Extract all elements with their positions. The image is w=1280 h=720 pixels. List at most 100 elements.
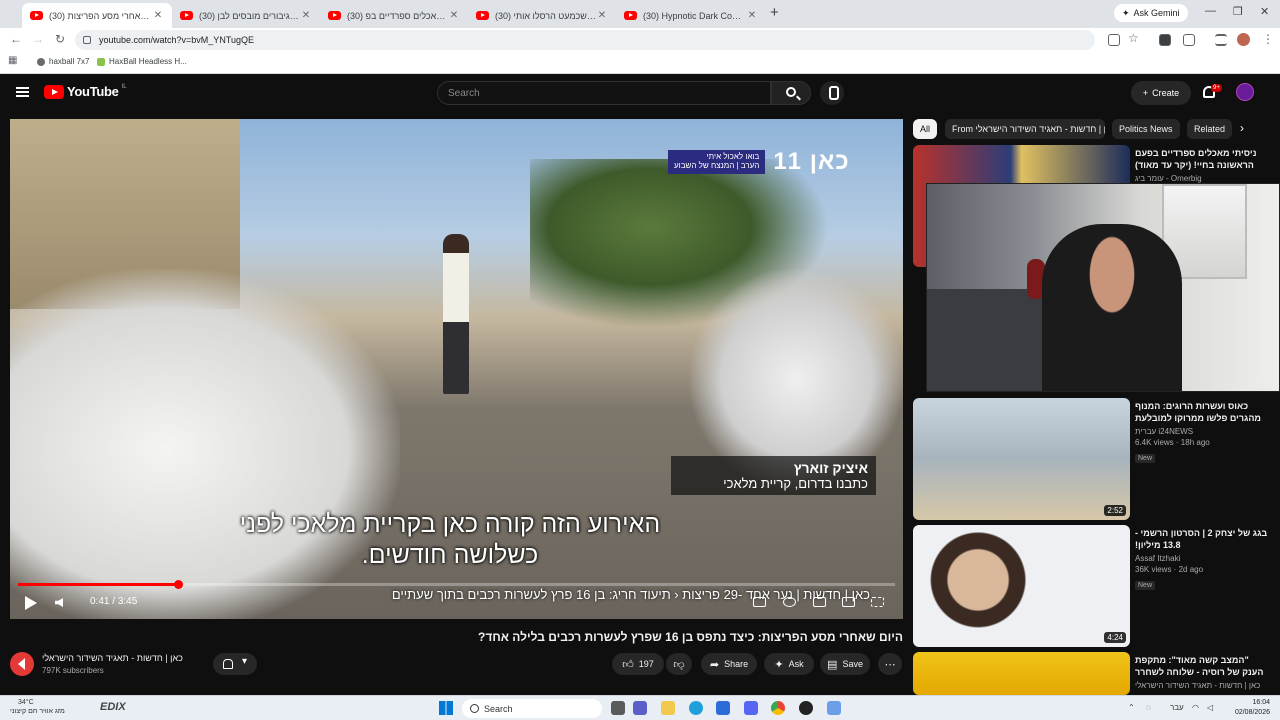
captions-icon[interactable] xyxy=(753,597,766,607)
video-thumbnail[interactable]: 2:52 xyxy=(913,398,1130,520)
voice-search-mic-icon[interactable] xyxy=(820,81,844,105)
chrome-icon[interactable] xyxy=(771,701,785,715)
chip-related[interactable]: Related xyxy=(1187,119,1233,139)
like-button[interactable]: 👍︎ 197 xyxy=(612,653,664,675)
close-window-icon[interactable]: ✕ xyxy=(1260,5,1269,18)
taskbar-search[interactable]: Search xyxy=(462,699,602,718)
app-icon[interactable] xyxy=(827,701,841,715)
store-icon[interactable] xyxy=(716,701,730,715)
install-app-icon[interactable] xyxy=(1108,34,1120,46)
extensions-puzzle-icon[interactable] xyxy=(1183,34,1195,46)
weather-description: מזג אוויר חם קיצוני xyxy=(10,708,65,715)
tab-close-icon[interactable]: ✕ xyxy=(448,10,460,21)
browser-tab[interactable]: (30) הפיצה שכמעט הרסלו אותי ✕ xyxy=(468,3,616,28)
rec-title[interactable]: כאוס ועשרות הרוגים: המנוף מהגרים פלשו ממ… xyxy=(1135,400,1271,424)
share-button[interactable]: ➦ Share xyxy=(701,653,757,675)
tab-close-icon[interactable]: ✕ xyxy=(300,10,312,21)
browser-tab[interactable]: (30) היום שאחרי מסע הפריצות ✕ xyxy=(22,3,172,28)
tab-close-icon[interactable]: ✕ xyxy=(746,10,758,21)
seek-bar[interactable] xyxy=(18,580,895,589)
media-controls-icon[interactable] xyxy=(1215,34,1227,46)
browser-tab[interactable]: (30) Hypnotic Dark Code | Futu ✕ xyxy=(616,3,766,28)
bookmark-item[interactable]: haxball 7x7 xyxy=(37,57,89,66)
wifi-icon[interactable]: ◠ xyxy=(1192,703,1199,712)
seek-bar-scrubber[interactable] xyxy=(173,580,183,589)
tray-overflow-icon[interactable]: ⌃ xyxy=(1128,703,1135,712)
search-button[interactable] xyxy=(771,81,811,105)
file-explorer-icon[interactable] xyxy=(661,701,675,715)
weather-temperature[interactable]: 34°C xyxy=(18,699,34,706)
cast-icon[interactable] xyxy=(842,597,855,607)
network-icon[interactable]: ◌ xyxy=(1146,703,1151,712)
address-bar[interactable]: youtube.com/watch?v=bvM_YNTugQE xyxy=(75,30,1095,50)
youtube-logo[interactable]: YouTube IL xyxy=(44,84,127,99)
minimize-window-icon[interactable]: — xyxy=(1205,5,1216,17)
more-actions-button[interactable]: ⋯ xyxy=(878,653,902,675)
teams-icon[interactable] xyxy=(633,701,647,715)
rec-title[interactable]: בגג של יצחק 2 | הסרטון הרשמי - 13.8 מילי… xyxy=(1135,527,1271,551)
channel-name[interactable]: כאן | חדשות - תאגיד השידור הישראלי xyxy=(42,653,183,663)
dislike-button[interactable]: 👎︎ xyxy=(666,653,692,675)
recommended-video[interactable]: "המצב קשה מאוד": מתקפת הענק של רוסיה - ש… xyxy=(913,652,1273,695)
back-arrow-icon[interactable]: ← xyxy=(10,32,22,46)
rec-channel[interactable]: כאן | חדשות - תאגיד השידור הישראלי xyxy=(1135,681,1271,690)
guide-menu-icon[interactable] xyxy=(16,87,29,97)
chip-from-channel[interactable]: From כאן | חדשות - תאגיד השידור הישראלי xyxy=(945,119,1105,139)
input-language[interactable]: עבר xyxy=(1170,703,1184,712)
site-info-icon[interactable] xyxy=(83,36,91,44)
channel-avatar[interactable] xyxy=(10,652,34,676)
settings-gear-icon[interactable] xyxy=(783,597,796,607)
rec-channel[interactable]: Omerbig - עומר ביג xyxy=(1135,174,1271,183)
edge-icon[interactable] xyxy=(689,701,703,715)
miniplayer-icon[interactable] xyxy=(813,597,826,607)
bookmark-item[interactable]: HaxBall Headless H... xyxy=(97,57,187,66)
rec-channel[interactable]: i24NEWS עברית xyxy=(1135,427,1271,436)
tab-label: (30) הפיצה שכמעט הרסלו אותי xyxy=(495,10,596,21)
chrome-menu-icon[interactable]: ⋮ xyxy=(1262,32,1274,46)
restore-window-icon[interactable]: ❐ xyxy=(1233,5,1243,18)
forward-arrow-icon[interactable]: → xyxy=(32,32,44,46)
chips-next-arrow-icon[interactable]: › xyxy=(1240,121,1244,135)
browser-tab[interactable]: (30) שלישייה הגיבורים מובסים לבן ✕ xyxy=(172,3,320,28)
apps-grid-icon[interactable]: ▦ xyxy=(8,55,17,66)
recommended-video[interactable]: 4:24 בגג של יצחק 2 | הסרטון הרשמי - 13.8… xyxy=(913,525,1273,647)
bookmark-label: HaxBall Headless H... xyxy=(109,57,187,66)
channel-bug: בואו לאכול איתי הערב | המנצח של השבוע כא… xyxy=(668,148,850,175)
rec-channel[interactable]: Assaf Itzhaki xyxy=(1135,554,1271,563)
play-icon[interactable] xyxy=(25,596,37,610)
reload-icon[interactable]: ↻ xyxy=(55,32,65,46)
tab-close-icon[interactable]: ✕ xyxy=(596,10,608,21)
fullscreen-icon[interactable] xyxy=(871,597,884,607)
youtube-play-logo-icon xyxy=(44,84,64,99)
tab-close-icon[interactable]: ✕ xyxy=(152,10,164,21)
chip-politics-news[interactable]: Politics News xyxy=(1112,119,1180,139)
obs-icon[interactable] xyxy=(799,701,813,715)
browser-tab[interactable]: (30) ניסיתי מאכלים ספרדיים בפ ✕ xyxy=(320,3,468,28)
save-button[interactable]: ▤ Save xyxy=(820,653,870,675)
bookmark-star-icon[interactable]: ☆ xyxy=(1128,31,1139,45)
new-tab-button[interactable]: + xyxy=(770,4,779,21)
video-thumbnail[interactable]: 4:24 xyxy=(913,525,1130,647)
ask-button[interactable]: ✦ Ask xyxy=(764,653,814,675)
video-subtitle: האירוע הזה קורה כאן בקריית מלאכי לפני כש… xyxy=(239,510,661,569)
search-input[interactable]: Search xyxy=(437,81,771,105)
account-avatar[interactable] xyxy=(1236,83,1254,101)
windows-start-icon[interactable] xyxy=(439,701,453,715)
create-button[interactable]: + Create xyxy=(1131,81,1191,105)
rec-title[interactable]: "המצב קשה מאוד": מתקפת הענק של רוסיה - ש… xyxy=(1135,654,1271,678)
discord-icon[interactable] xyxy=(744,701,758,715)
chrome-profile-avatar[interactable] xyxy=(1237,33,1250,46)
rec-title[interactable]: ניסיתי מאכלים ספרדיים בפעם הראשונה בחיי!… xyxy=(1135,147,1271,171)
video-duration-badge: 2:52 xyxy=(1104,505,1126,516)
speaker-icon[interactable]: ◁ xyxy=(1207,703,1213,712)
video-player[interactable]: בואו לאכול איתי הערב | המנצח של השבוע כא… xyxy=(10,119,903,619)
task-view-icon[interactable] xyxy=(611,701,625,715)
video-thumbnail[interactable] xyxy=(913,652,1130,695)
subscribed-notifications-button[interactable] xyxy=(213,653,257,675)
ask-gemini-button[interactable]: ✦ Ask Gemini xyxy=(1114,4,1188,22)
recommended-video[interactable]: 2:52 כאוס ועשרות הרוגים: המנוף מהגרים פל… xyxy=(913,398,1273,520)
extension-icon[interactable] xyxy=(1159,34,1171,46)
chip-all[interactable]: All xyxy=(913,119,938,139)
system-clock[interactable]: 16:04 02/08/2026 xyxy=(1224,698,1270,718)
reporter-role: כתבנו בדרום, קריית מלאכי xyxy=(723,476,868,491)
